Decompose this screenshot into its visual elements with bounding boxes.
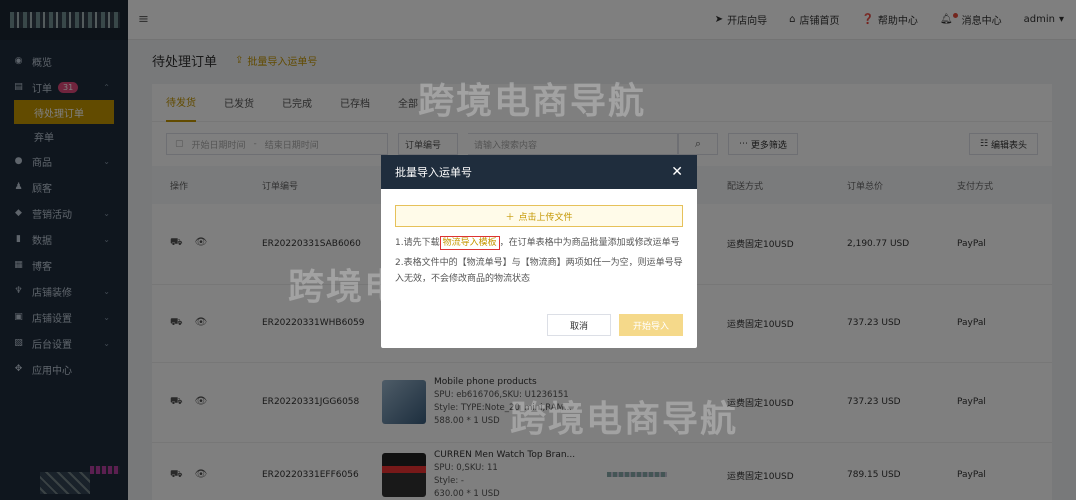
dialog-footer: 取消 开始导入: [547, 314, 683, 336]
start-import-button[interactable]: 开始导入: [619, 314, 683, 336]
upload-file-button[interactable]: ＋ 点击上传文件: [395, 205, 683, 227]
close-icon[interactable]: ✕: [671, 164, 683, 180]
download-template-link[interactable]: 物流导入模板: [439, 236, 500, 250]
cancel-button[interactable]: 取消: [547, 314, 611, 336]
dialog-instructions: 1.请先下载 物流导入模板 ，在订单表格中为商品批量添加或修改运单号 2.表格文件中…: [395, 236, 683, 284]
import-tracking-dialog: 批量导入运单号 ✕ ＋ 点击上传文件 1.请先下载 物流导入模板 ，在订单表格中为商…: [381, 155, 697, 348]
dialog-title: 批量导入运单号: [395, 166, 472, 179]
dialog-header: 批量导入运单号 ✕: [381, 155, 697, 189]
plus-icon: ＋: [505, 212, 515, 223]
